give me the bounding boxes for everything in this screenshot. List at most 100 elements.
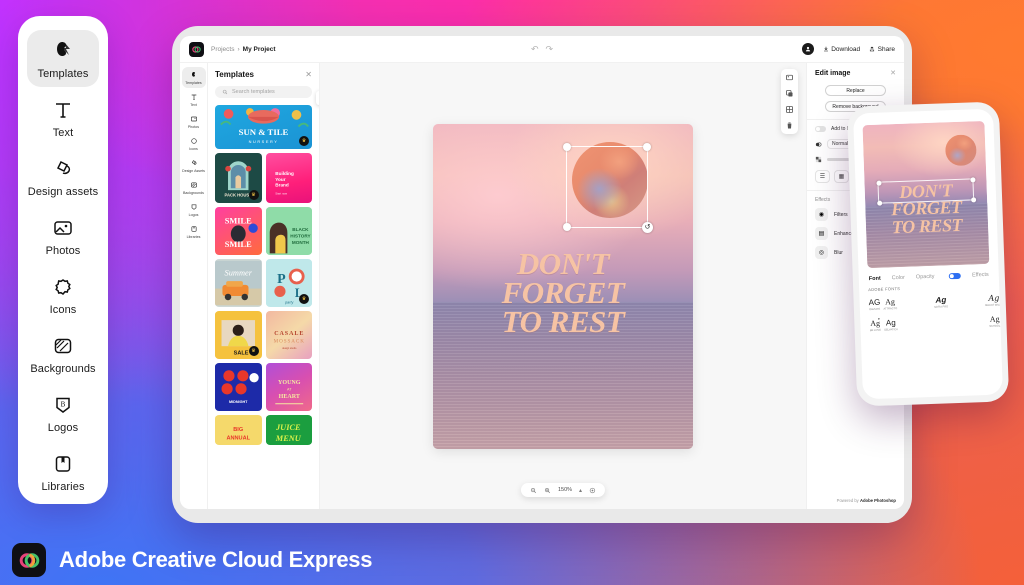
- duplicate-icon[interactable]: [785, 89, 794, 98]
- chevron-up-icon[interactable]: ▴: [579, 487, 582, 494]
- blend-mode-icon: [815, 141, 822, 147]
- close-icon[interactable]: ✕: [890, 70, 896, 77]
- design-assets-icon: [56, 160, 71, 175]
- template-card[interactable]: P L party ♛: [265, 259, 312, 307]
- font-sample: Ag: [988, 293, 1000, 303]
- backgrounds-icon: [54, 338, 72, 354]
- templates-grid: SUN & TILE NURSERY ♛ PACK HOUSE ♛ Buildi…: [215, 105, 312, 445]
- resize-handle-tr[interactable]: [969, 176, 976, 182]
- template-card[interactable]: MIDNIGHT: [215, 363, 262, 411]
- rail-item-libraries[interactable]: Libraries: [27, 443, 99, 500]
- breadcrumb-projects[interactable]: Projects: [211, 46, 234, 53]
- template-card[interactable]: BLACK HISTORY MONTH: [265, 207, 312, 255]
- font-swatch[interactable]: Ag ATTRACTO: [883, 295, 897, 312]
- font-name: SCHOOL: [989, 324, 1001, 328]
- tab-effects[interactable]: Effects: [972, 272, 989, 279]
- replace-button[interactable]: Replace: [825, 85, 886, 96]
- template-card[interactable]: CASALE MOSSACK design studio: [265, 311, 312, 359]
- resize-handle-tr[interactable]: [643, 142, 651, 151]
- rail-item-design-assets[interactable]: Design assets: [27, 148, 99, 205]
- globe-image-object[interactable]: [944, 134, 977, 167]
- svg-text:party: party: [284, 300, 294, 304]
- font-swatch[interactable]: Ag SELVATICA: [884, 316, 901, 398]
- template-card[interactable]: SALE ♛: [215, 311, 262, 359]
- sidebar-item-photos[interactable]: Photos: [182, 111, 206, 132]
- breadcrumb: Projects › My Project: [211, 46, 276, 53]
- font-swatch[interactable]: Ag SCHOOL: [985, 312, 1003, 395]
- poster-line: TO REST: [501, 304, 625, 340]
- sidebar-item-label: Libraries: [186, 235, 201, 239]
- font-swatch[interactable]: Ag SOFIA PRO: [900, 292, 983, 312]
- design-document[interactable]: ↺ DON'T FORGET TO REST: [433, 123, 693, 449]
- design-assets-icon: [191, 160, 196, 165]
- font-swatch[interactable]: AG OBVIATE: [868, 296, 881, 313]
- svg-text:Your: Your: [275, 177, 285, 182]
- align-vertical-icon[interactable]: ▦: [834, 170, 849, 183]
- rail-item-templates[interactable]: Templates: [27, 30, 99, 87]
- sidebar-item-libraries[interactable]: Libraries: [182, 221, 206, 242]
- layers-icon[interactable]: [785, 105, 794, 114]
- rotate-handle-icon[interactable]: ↺: [642, 221, 653, 233]
- share-button[interactable]: Share: [869, 46, 895, 53]
- rotate-handle-icon[interactable]: [970, 196, 976, 202]
- sidebar-item-templates[interactable]: Templates: [181, 67, 206, 88]
- sidebar-item-backgrounds[interactable]: Backgrounds: [182, 177, 206, 198]
- zoom-level-value[interactable]: 150%: [558, 487, 572, 493]
- template-card[interactable]: JUICE MENU: [265, 415, 312, 445]
- premium-crown-icon: ●: [877, 316, 880, 321]
- add-to-background-toggle[interactable]: [815, 126, 826, 132]
- svg-text:Brand: Brand: [275, 182, 289, 187]
- font-swatch[interactable]: ● Ag BE LOVE: [869, 317, 883, 399]
- search-templates-input[interactable]: Search templates: [215, 86, 312, 98]
- undo-icon[interactable]: ↶: [531, 44, 539, 55]
- download-button[interactable]: Download: [823, 46, 860, 53]
- font-swatch[interactable]: Ag MEANT WILDE: [985, 291, 1003, 309]
- rail-item-text[interactable]: Text: [27, 89, 99, 146]
- fit-to-screen-button[interactable]: [589, 487, 596, 494]
- template-card[interactable]: BIG ANNUAL: [215, 415, 262, 445]
- zoom-in-button[interactable]: [544, 487, 551, 494]
- template-card[interactable]: SUN & TILE NURSERY ♛: [215, 105, 312, 149]
- rail-item-photos[interactable]: Photos: [27, 207, 99, 264]
- tab-color[interactable]: Color: [892, 275, 905, 281]
- crop-icon[interactable]: [785, 73, 794, 82]
- template-card[interactable]: SMILE SMILE: [215, 207, 262, 255]
- rail-item-icons[interactable]: Icons: [27, 266, 99, 323]
- breadcrumb-current[interactable]: My Project: [243, 46, 276, 53]
- rail-item-backgrounds[interactable]: Backgrounds: [27, 325, 99, 382]
- sidebar-item-icons[interactable]: Icons: [182, 133, 206, 154]
- adobe-cc-logo-icon[interactable]: [189, 41, 204, 57]
- resize-handle-tl[interactable]: [875, 180, 882, 186]
- font-grid: AG OBVIATE Ag ATTRACTO Ag SOFIA PRO Ag MEANT…: [868, 292, 1003, 399]
- tab-opacity[interactable]: Opacity: [916, 274, 935, 281]
- sidebar-item-text[interactable]: Text: [182, 89, 206, 110]
- close-icon[interactable]: ✕: [305, 70, 312, 79]
- font-name: OBVIATE: [869, 307, 881, 312]
- rail-item-logos[interactable]: B Logos: [27, 384, 99, 441]
- enhancements-icon: ▤: [815, 227, 828, 240]
- redo-icon[interactable]: ↷: [546, 44, 554, 55]
- template-card[interactable]: Building Your Brand Start now: [265, 153, 312, 203]
- canvas-area[interactable]: ↺ DON'T FORGET TO REST 150% ▴: [320, 63, 806, 509]
- sidebar-item-logos[interactable]: Logos: [182, 199, 206, 220]
- template-card[interactable]: Summer: [215, 259, 262, 307]
- premium-crown-icon: ♛: [299, 294, 309, 304]
- express-app-window: Projects › My Project ↶ ↷ Download Share: [180, 36, 904, 509]
- template-card[interactable]: YOUNG AT HEART: [265, 363, 312, 411]
- trash-icon[interactable]: [785, 121, 794, 130]
- poster-line: FORGET: [501, 274, 625, 310]
- phone-design-canvas[interactable]: DON'T FORGET TO REST: [862, 120, 990, 269]
- poster-headline[interactable]: DON'T FORGET TO REST: [433, 247, 693, 340]
- tab-font[interactable]: Font: [869, 276, 881, 282]
- resize-handle-bl[interactable]: [563, 222, 571, 231]
- search-placeholder: Search templates: [232, 89, 275, 95]
- user-avatar-icon[interactable]: [801, 43, 814, 55]
- rail-item-label: Design assets: [27, 186, 99, 198]
- sidebar-item-design-assets[interactable]: Design Assets: [182, 155, 206, 176]
- effects-toggle[interactable]: [948, 272, 962, 280]
- resize-handle-tl[interactable]: [563, 142, 571, 151]
- resize-handle-bl[interactable]: [876, 200, 882, 206]
- align-horizontal-icon[interactable]: ☰: [815, 170, 830, 183]
- zoom-out-button[interactable]: [530, 487, 537, 494]
- template-card[interactable]: PACK HOUSE ♛: [215, 153, 262, 203]
